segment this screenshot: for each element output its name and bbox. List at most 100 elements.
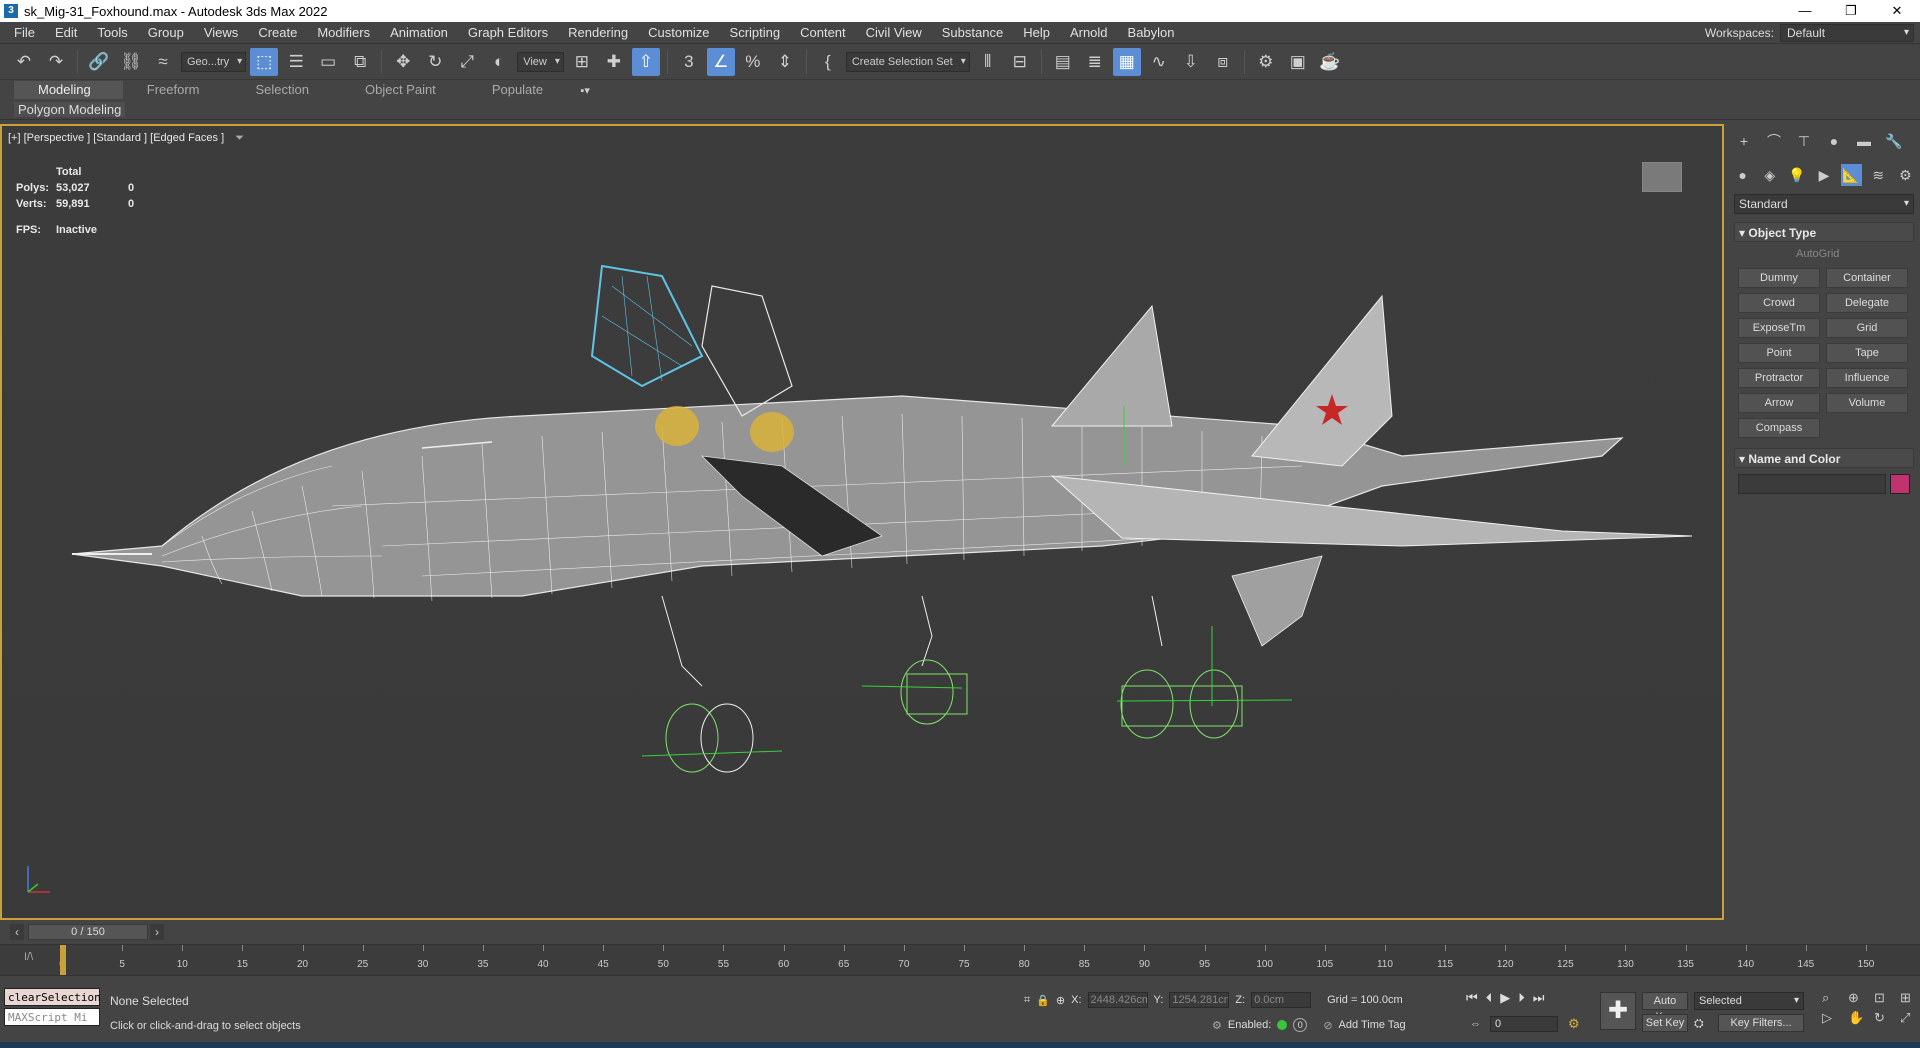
snaps-toggle-icon[interactable]: 3	[675, 48, 703, 76]
set-key-button[interactable]: Set Key	[1642, 1014, 1688, 1032]
zero-icon[interactable]: 0	[1293, 1018, 1308, 1032]
systems-icon[interactable]: ⚙	[1895, 164, 1916, 186]
field-of-view-icon[interactable]: ▷	[1822, 1010, 1844, 1026]
motion-tab-icon[interactable]: ●	[1822, 130, 1846, 152]
mirror-icon[interactable]: ⫴	[974, 48, 1002, 76]
pivot-icon[interactable]: ⊞	[568, 48, 596, 76]
zoom-extents-all-icon[interactable]: ⊞	[1900, 990, 1920, 1006]
space-warps-icon[interactable]: ≋	[1868, 164, 1889, 186]
select-manipulate-icon[interactable]: ✚	[600, 48, 628, 76]
time-prev-icon[interactable]: ‹	[10, 924, 24, 940]
crowd-button[interactable]: Crowd	[1738, 293, 1820, 313]
menu-modifiers[interactable]: Modifiers	[307, 25, 380, 40]
key-filters-button[interactable]: Key Filters...	[1718, 1014, 1804, 1032]
lock-selection-icon[interactable]: 🔒	[1036, 994, 1050, 1007]
select-object-icon[interactable]: ⬚	[250, 47, 279, 76]
go-to-start-icon[interactable]: ⏮	[1466, 990, 1478, 1006]
arrow-button[interactable]: Arrow	[1738, 393, 1820, 413]
spinner-snap-icon[interactable]: ⇕	[771, 48, 799, 76]
menu-help[interactable]: Help	[1013, 25, 1060, 40]
time-slider[interactable]: 0 / 150	[28, 924, 148, 940]
close-icon[interactable]: ✕	[1874, 0, 1920, 22]
track-bar-toggle-icon[interactable]: I/\	[24, 951, 33, 963]
tab-populate[interactable]: Populate	[468, 81, 575, 99]
go-to-end-icon[interactable]: ⏭	[1533, 990, 1545, 1006]
next-frame-icon[interactable]: ⏵	[1518, 990, 1525, 1006]
menu-views[interactable]: Views	[194, 25, 248, 40]
geometry-icon[interactable]: ●	[1732, 164, 1753, 186]
menu-animation[interactable]: Animation	[380, 25, 458, 40]
isolate-icon[interactable]: ⌗	[1024, 994, 1030, 1007]
current-frame-marker[interactable]	[60, 945, 66, 975]
render-production-icon[interactable]: ☕	[1316, 48, 1344, 76]
autogrid-checkbox[interactable]: AutoGrid	[1734, 242, 1914, 266]
scene-explorer-icon[interactable]: ▤	[1049, 48, 1077, 76]
move-icon[interactable]: ✥	[389, 48, 417, 76]
menu-arnold[interactable]: Arnold	[1060, 25, 1118, 40]
z-coordinate-field[interactable]: 0.0cm	[1251, 992, 1312, 1008]
tab-modeling[interactable]: Modeling	[14, 81, 123, 99]
menu-group[interactable]: Group	[138, 25, 194, 40]
utilities-tab-icon[interactable]: 🔧	[1882, 130, 1906, 152]
hierarchy-tab-icon[interactable]: ⊤	[1792, 130, 1816, 152]
set-key-big-icon[interactable]: ✚	[1600, 992, 1636, 1030]
link-icon[interactable]: 🔗	[85, 48, 113, 76]
menu-civil-view[interactable]: Civil View	[856, 25, 932, 40]
container-button[interactable]: Container	[1826, 268, 1908, 288]
minimize-icon[interactable]: —	[1782, 0, 1828, 22]
ribbon-options-icon[interactable]: ▪▾	[575, 82, 595, 98]
menu-create[interactable]: Create	[248, 25, 307, 40]
current-frame-field[interactable]: 0	[1490, 1016, 1558, 1032]
protractor-button[interactable]: Protractor	[1738, 368, 1820, 388]
absolute-mode-icon[interactable]: ⊕	[1056, 994, 1065, 1007]
layer-explorer-icon[interactable]: ≣	[1081, 48, 1109, 76]
menu-graph-editors[interactable]: Graph Editors	[458, 25, 558, 40]
window-crossing-icon[interactable]: ⧉	[346, 48, 374, 76]
tape-button[interactable]: Tape	[1826, 343, 1908, 363]
menu-edit[interactable]: Edit	[45, 25, 87, 40]
frame-ruler[interactable]: 0510152025303540455055606570758085909510…	[59, 945, 1874, 975]
y-coordinate-field[interactable]: 1254.281cm	[1169, 992, 1230, 1008]
adaptive-degradation-icon[interactable]: ⚙	[1212, 1019, 1222, 1032]
menu-content[interactable]: Content	[790, 25, 856, 40]
rendered-frame-window-icon[interactable]: ▣	[1284, 48, 1312, 76]
bind-space-warp-icon[interactable]: ≈	[149, 48, 177, 76]
category-dropdown[interactable]: Standard	[1734, 194, 1914, 214]
curve-editor-icon[interactable]: ∿	[1145, 48, 1173, 76]
selection-filter-dropdown[interactable]: Geo...try	[181, 51, 247, 72]
zoom-all-icon[interactable]: ⊕	[1848, 990, 1870, 1006]
named-selection-dropdown[interactable]: Create Selection Set	[845, 51, 970, 72]
play-icon[interactable]: ▶	[1500, 990, 1510, 1006]
material-editor-icon[interactable]: ⧈	[1209, 48, 1237, 76]
rotate-icon[interactable]: ↻	[421, 48, 449, 76]
volume-button[interactable]: Volume	[1826, 393, 1908, 413]
time-next-icon[interactable]: ›	[150, 924, 164, 940]
menu-babylon[interactable]: Babylon	[1118, 25, 1185, 40]
previous-frame-icon[interactable]: ⏴	[1486, 990, 1493, 1006]
tab-freeform[interactable]: Freeform	[123, 81, 232, 99]
ref-coord-dropdown[interactable]: View	[517, 51, 564, 72]
menu-rendering[interactable]: Rendering	[558, 25, 638, 40]
display-tab-icon[interactable]: ▬	[1852, 130, 1876, 152]
tab-selection[interactable]: Selection	[232, 81, 341, 99]
object-color-swatch[interactable]	[1890, 474, 1910, 494]
modify-tab-icon[interactable]: ⌒	[1762, 130, 1786, 152]
tab-object-paint[interactable]: Object Paint	[341, 81, 468, 99]
key-mode-dropdown[interactable]: Selected	[1694, 992, 1804, 1010]
percent-snap-icon[interactable]: %	[739, 48, 767, 76]
menu-customize[interactable]: Customize	[638, 25, 719, 40]
key-filter-icon[interactable]: ⛭	[1694, 1016, 1704, 1031]
workspaces-dropdown[interactable]: Default	[1780, 24, 1914, 42]
auto-key-button[interactable]: Auto Key	[1642, 992, 1688, 1023]
delegate-button[interactable]: Delegate	[1826, 293, 1908, 313]
menu-tools[interactable]: Tools	[87, 25, 137, 40]
zoom-icon[interactable]: ⌕	[1822, 990, 1844, 1006]
time-configuration-icon[interactable]: ⚙	[1568, 1016, 1580, 1032]
keyboard-shortcut-override-icon[interactable]: ⇧	[631, 47, 660, 76]
enabled-indicator-icon[interactable]	[1277, 1020, 1288, 1030]
rect-selection-icon[interactable]: ▭	[314, 48, 342, 76]
ribbon-toggle-icon[interactable]: ▦	[1112, 47, 1141, 76]
dummy-button[interactable]: Dummy	[1738, 268, 1820, 288]
maximize-viewport-icon[interactable]: ⤢	[1900, 1010, 1920, 1026]
undo-icon[interactable]: ↶	[10, 48, 38, 76]
